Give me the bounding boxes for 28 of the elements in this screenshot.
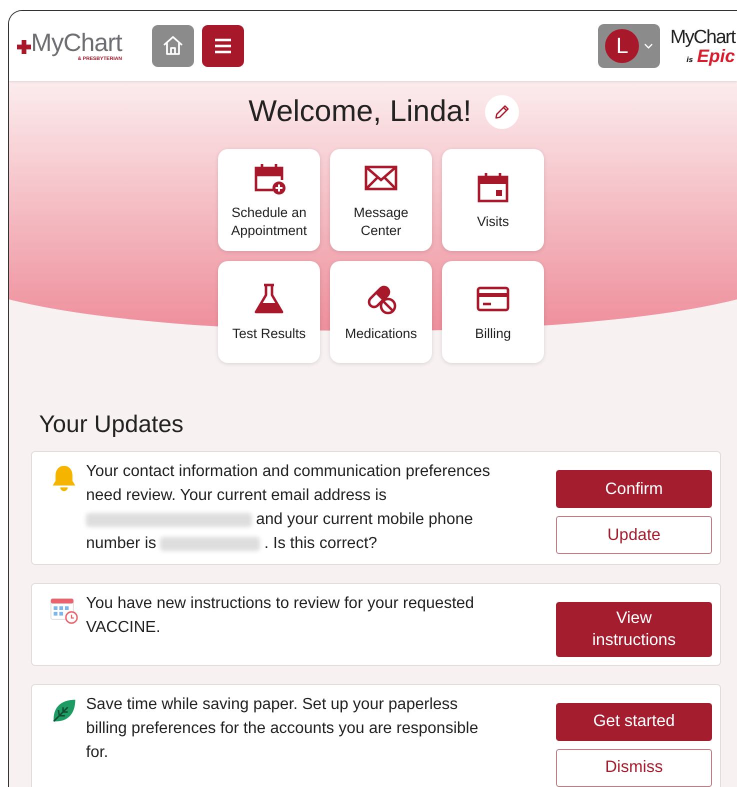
update-message: Your contact information and communication preferences	[86, 462, 490, 482]
shortcut-tile[interactable]: Test Results	[218, 261, 320, 363]
shortcut-tile[interactable]: Billing	[442, 261, 544, 363]
account-menu-button[interactable]: L	[598, 24, 660, 68]
logo-name: MyChart	[31, 30, 122, 56]
welcome-heading: Welcome, Linda!	[248, 95, 472, 129]
update-message: number is	[86, 534, 156, 554]
brand-epic: Epic	[696, 46, 735, 64]
primary-button[interactable]: Get started	[556, 702, 712, 741]
update-message: VACCINE.	[86, 618, 160, 638]
shortcut-tile[interactable]: Visits	[442, 149, 544, 251]
primary-button[interactable]: View instructions	[556, 602, 712, 657]
update-message: and your current mobile phone	[256, 510, 474, 530]
primary-button[interactable]: Confirm	[556, 470, 712, 508]
shortcut-tile[interactable]: Message Center	[330, 149, 432, 251]
section-heading: Your Updates	[39, 411, 185, 439]
shortcut-tile[interactable]: Schedule an Appointment	[218, 149, 320, 251]
shortcut-tile[interactable]: Medications	[330, 261, 432, 363]
update-message: . Is this correct?	[264, 534, 378, 554]
update-message: Save time while saving paper. Set up your paperless	[86, 694, 458, 715]
update-message: You have new instructions to review for your requested	[86, 594, 474, 614]
secondary-button[interactable]: Update	[556, 516, 712, 554]
update-message: need review. Your current email address is	[86, 486, 387, 506]
update-message: for.	[86, 742, 108, 763]
update-message: billing preferences for the accounts you are responsible	[86, 718, 478, 739]
secondary-button[interactable]: Dismiss	[556, 748, 712, 787]
avatar: L	[605, 29, 640, 63]
brand-name: MyChart	[670, 28, 735, 46]
